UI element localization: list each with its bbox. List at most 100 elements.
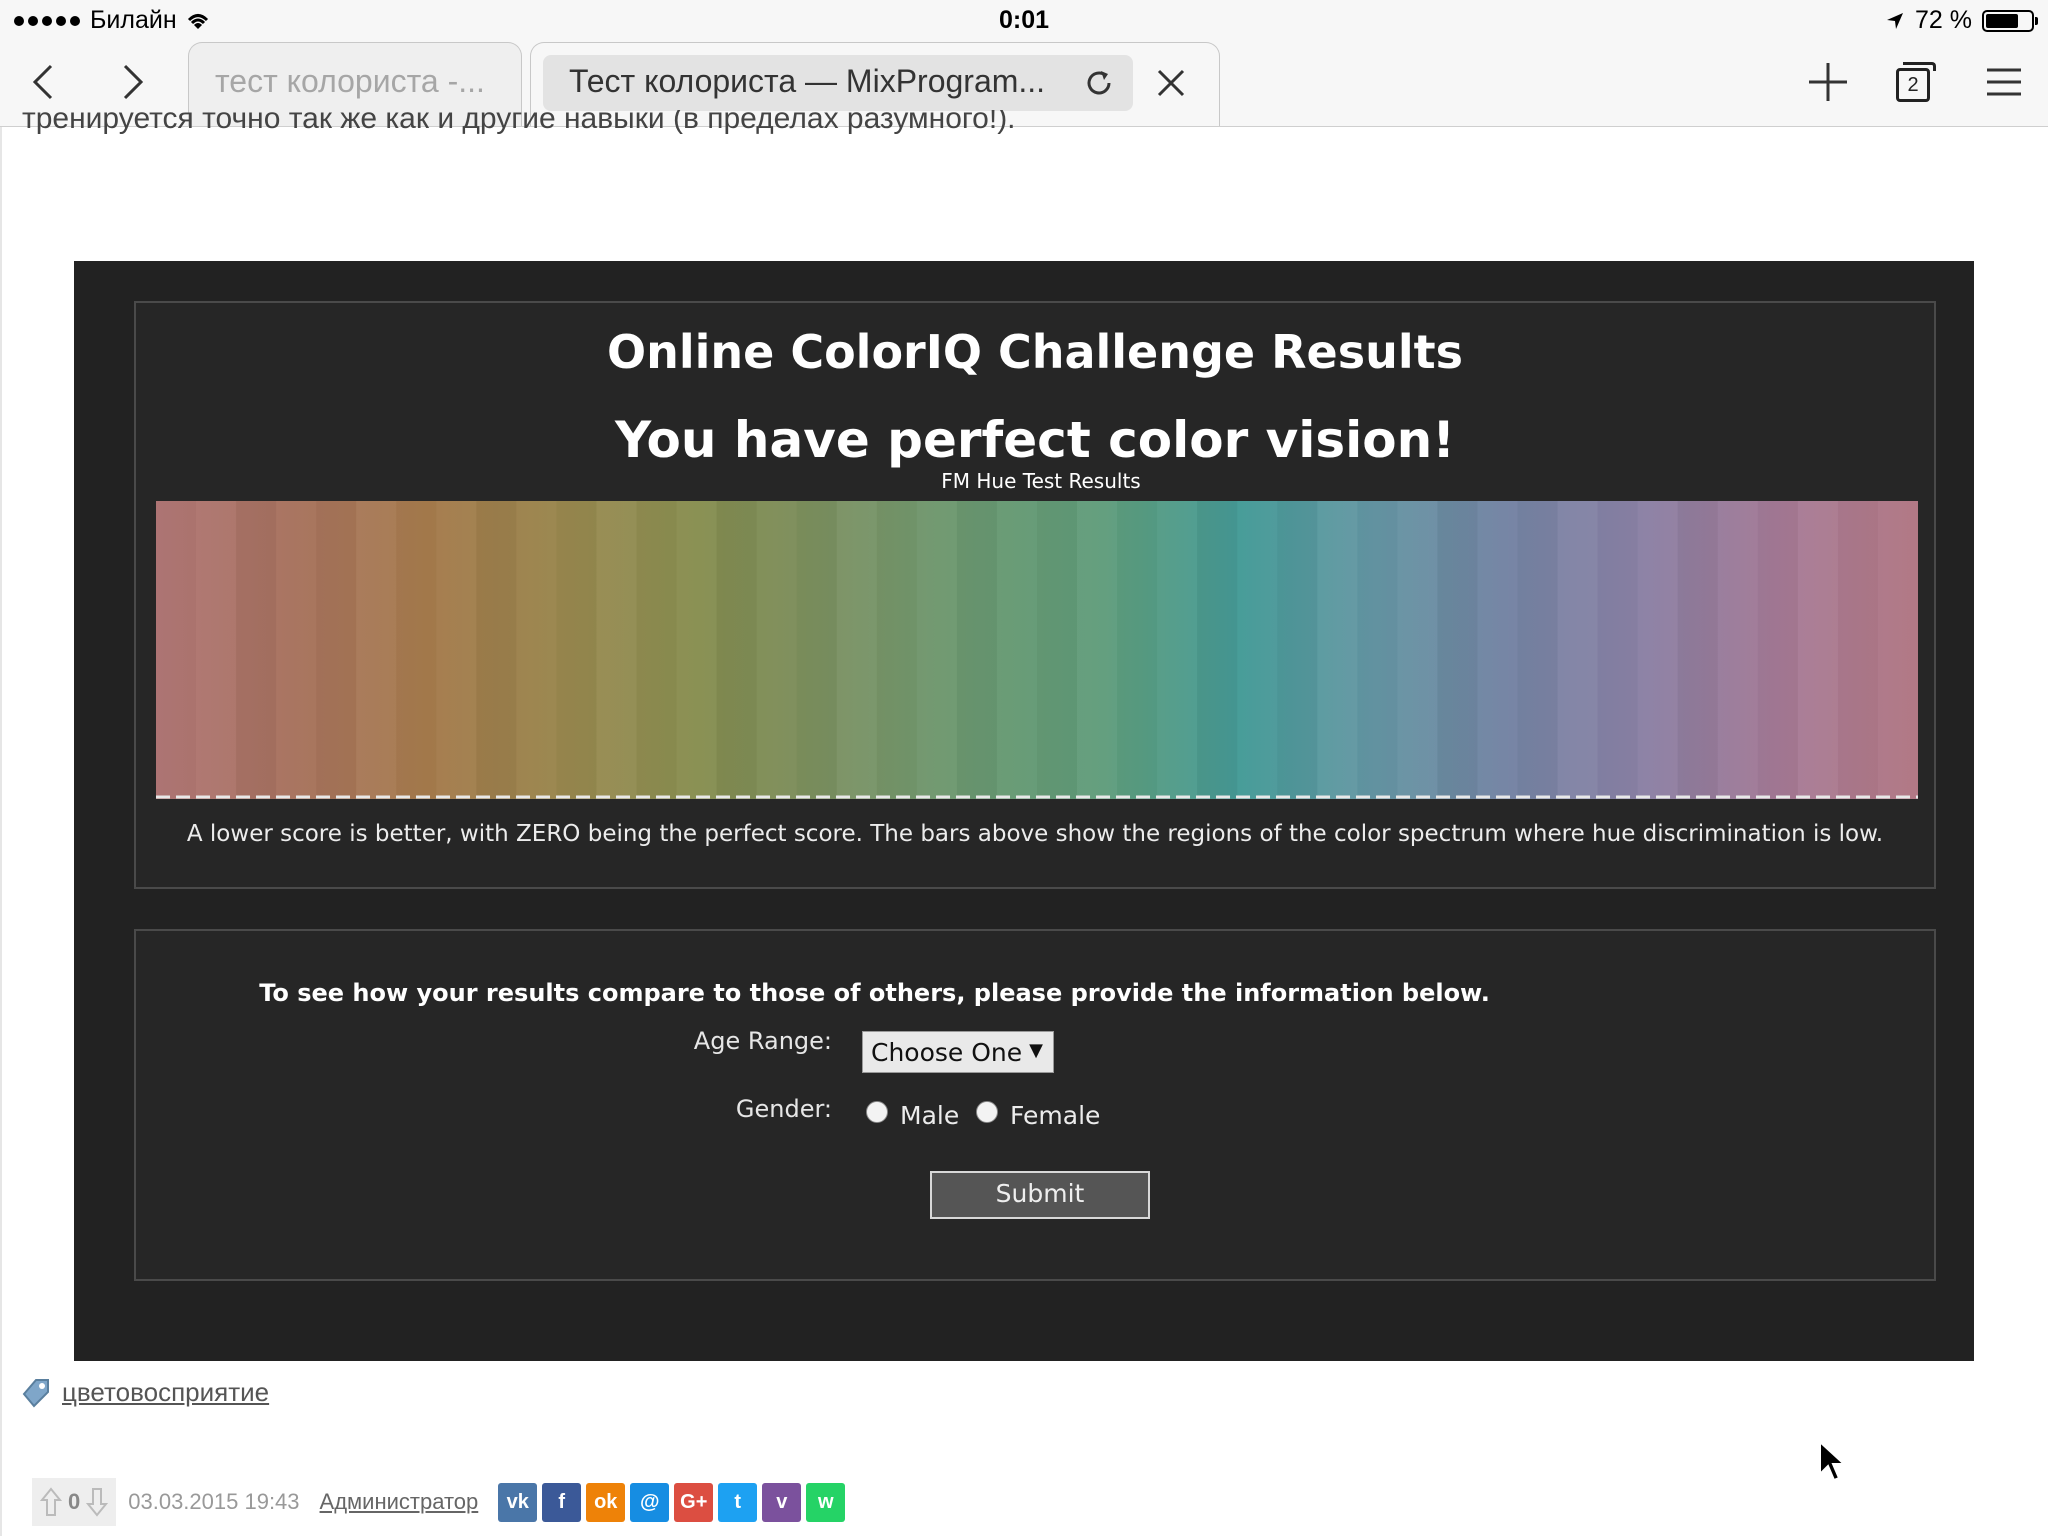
spectrum-band: [1438, 501, 1478, 799]
spectrum-band: [196, 501, 236, 799]
forward-button[interactable]: [104, 54, 160, 110]
spectrum-band: [1638, 501, 1678, 799]
post-date: 03.03.2015 19:43: [128, 1489, 300, 1514]
spectrum-band: [677, 501, 717, 799]
clock: 0:01: [998, 6, 1050, 34]
age-range-select[interactable]: Choose One ▼: [862, 1031, 1054, 1073]
compare-form-panel: To see how your results compare to those…: [134, 929, 1936, 1281]
tabs-button[interactable]: 2: [1896, 62, 1936, 102]
male-label: Male: [900, 1101, 960, 1130]
spectrum-band: [356, 501, 396, 799]
new-tab-button[interactable]: [1800, 54, 1856, 110]
spectrum-band: [637, 501, 677, 799]
reload-icon[interactable]: [1081, 65, 1117, 101]
spectrum-band: [1197, 501, 1237, 799]
tag-link[interactable]: цветовосприятие: [62, 1377, 269, 1408]
form-prompt: To see how your results compare to those…: [259, 979, 1490, 1007]
spectrum-band: [1117, 501, 1157, 799]
spectrum-band: [156, 501, 196, 799]
dropdown-arrow-icon: ▼: [1029, 1040, 1043, 1061]
spectrum-band: [1878, 501, 1918, 799]
female-radio[interactable]: [976, 1101, 998, 1123]
facebook-share-icon[interactable]: f: [542, 1482, 582, 1522]
spectrum-stripes: [156, 501, 1918, 799]
spectrum-band: [877, 501, 917, 799]
spectrum-band: [1357, 501, 1397, 799]
spectrum-band: [917, 501, 957, 799]
results-panel: Online ColorIQ Challenge Results You hav…: [134, 301, 1936, 889]
spectrum-band: [957, 501, 997, 799]
spectrum-band: [396, 501, 436, 799]
results-subtitle: You have perfect color vision!: [614, 411, 1456, 469]
spectrum-band: [717, 501, 757, 799]
spectrum-band: [476, 501, 516, 799]
score-note: A lower score is better, with ZERO being…: [186, 821, 1884, 847]
forward-icon: [123, 64, 144, 100]
spectrum-band: [236, 501, 276, 799]
spectrum-band: [837, 501, 877, 799]
spectrum-band: [276, 501, 316, 799]
submit-button[interactable]: Submit: [930, 1171, 1150, 1219]
google-plus-share-icon[interactable]: G+: [674, 1482, 714, 1522]
viber-share-icon[interactable]: v: [762, 1482, 802, 1522]
spectrum-band: [1077, 501, 1117, 799]
spectrum-band: [797, 501, 837, 799]
tab-title: Тест колориста — MixProgram...: [569, 63, 1046, 99]
mouse-cursor-icon: [1819, 1440, 1847, 1482]
spectrum-band: [1518, 501, 1558, 799]
tag-row: цветовосприятие: [20, 1376, 269, 1408]
spectrum-band: [1838, 501, 1878, 799]
battery-percent: 72 %: [1915, 6, 1972, 34]
spectrum-band: [997, 501, 1037, 799]
spectrum-band: [597, 501, 637, 799]
tab-title: тест колориста -...: [215, 63, 485, 99]
spectrum-band: [1798, 501, 1838, 799]
chart-title: FM Hue Test Results: [941, 469, 1141, 493]
vote-count: 0: [68, 1489, 81, 1514]
twitter-share-icon[interactable]: t: [718, 1482, 758, 1522]
vk-share-icon[interactable]: vk: [498, 1482, 538, 1522]
results-title: Online ColorIQ Challenge Results: [606, 325, 1464, 379]
page-border: [0, 127, 2, 1536]
spectrum-band: [1317, 501, 1357, 799]
new-tab-icon: [1809, 63, 1847, 101]
spectrum-band: [757, 501, 797, 799]
menu-icon: [1987, 68, 2021, 96]
coloriq-widget: Online ColorIQ Challenge Results You hav…: [74, 261, 1974, 1361]
age-range-value: Choose One: [871, 1038, 1023, 1067]
menu-button[interactable]: [1976, 54, 2032, 110]
whatsapp-share-icon[interactable]: w: [806, 1482, 846, 1522]
post-meta: 0 03.03.2015 19:43 Администратор vk f ok @ G…: [32, 1478, 846, 1526]
spectrum-band: [557, 501, 597, 799]
spectrum-band: [1678, 501, 1718, 799]
vote-box: 0: [32, 1478, 117, 1526]
odnoklassniki-share-icon[interactable]: ok: [586, 1482, 626, 1522]
spectrum-band: [1397, 501, 1437, 799]
location-arrow-icon: [1887, 12, 1904, 29]
female-label: Female: [1010, 1101, 1101, 1130]
vote-up-icon[interactable]: [40, 1487, 62, 1517]
status-bar: Билайн 0:01 72 %: [0, 0, 2048, 40]
back-icon: [32, 64, 53, 100]
address-field[interactable]: Тест колориста — MixProgram...: [543, 55, 1133, 111]
male-radio[interactable]: [866, 1101, 888, 1123]
status-right: 72 %: [1885, 6, 2038, 35]
spectrum-band: [1277, 501, 1317, 799]
vote-down-icon[interactable]: [86, 1487, 109, 1517]
spectrum-band: [1718, 501, 1758, 799]
spectrum-band: [316, 501, 356, 799]
spectrum-band: [1237, 501, 1277, 799]
back-button[interactable]: [16, 54, 72, 110]
spectrum-band: [1758, 501, 1798, 799]
gender-label: Gender:: [735, 1095, 832, 1123]
moimir-share-icon[interactable]: @: [630, 1482, 670, 1522]
spectrum-band: [1037, 501, 1077, 799]
close-icon[interactable]: [1153, 65, 1189, 101]
post-author[interactable]: Администратор: [320, 1489, 479, 1515]
spectrum-band: [1478, 501, 1518, 799]
battery-icon: [1982, 9, 2038, 32]
hue-spectrum-chart: [156, 501, 1918, 799]
spectrum-band: [1558, 501, 1598, 799]
tag-icon: [22, 1379, 49, 1408]
battery-level: [1986, 13, 2018, 28]
